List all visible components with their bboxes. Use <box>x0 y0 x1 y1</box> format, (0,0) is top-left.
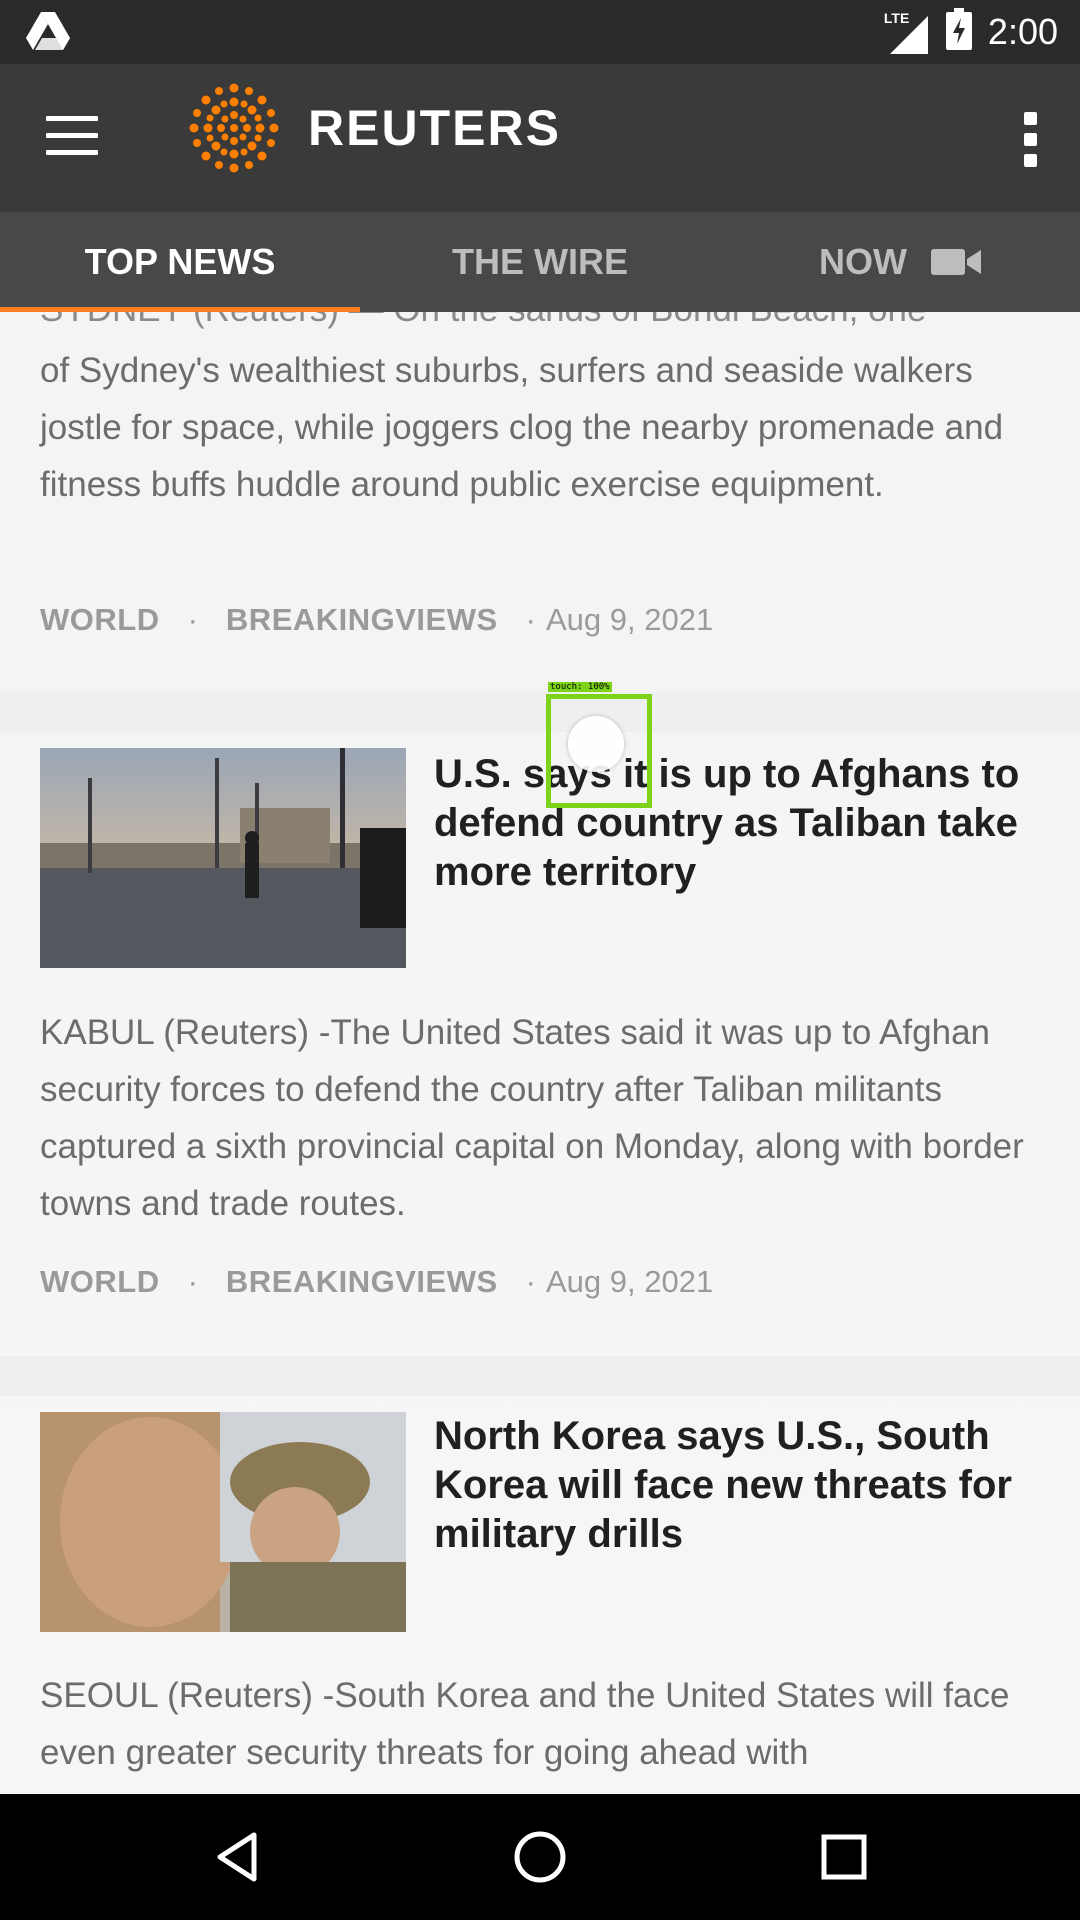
article-date: Aug 9, 2021 <box>546 602 714 637</box>
battery-charging-icon <box>945 8 972 55</box>
more-vert-icon[interactable] <box>1024 112 1040 168</box>
touch-point <box>568 716 624 772</box>
article-headline[interactable]: U.S. says it is up to Afghans to defend … <box>434 750 1050 897</box>
home-icon[interactable] <box>510 1827 570 1887</box>
card-divider <box>0 1356 1080 1396</box>
tab-now[interactable]: NOW <box>720 212 1080 312</box>
article-date: Aug 9, 2021 <box>546 1264 714 1299</box>
card-divider <box>0 692 1080 732</box>
article-subsection[interactable]: BREAKINGVIEWS <box>226 1264 498 1300</box>
article-lead-partial: SYDNEY (Reuters) — On the sands of Bondi… <box>40 312 926 330</box>
back-icon[interactable] <box>208 1827 268 1887</box>
tab-top-news[interactable]: TOP NEWS <box>0 212 360 312</box>
article-thumbnail[interactable] <box>40 1412 406 1632</box>
navigation-bar <box>0 1794 1080 1920</box>
status-bar: LTE 2:00 <box>0 0 1080 64</box>
signal-icon: LTE <box>884 10 930 54</box>
article-section[interactable]: WORLD <box>40 1264 160 1300</box>
video-camera-icon <box>930 247 981 277</box>
tab-label: TOP NEWS <box>84 241 276 282</box>
recents-icon[interactable] <box>814 1827 874 1887</box>
tab-the-wire[interactable]: THE WIRE <box>360 212 720 312</box>
article-meta: WORLD · BREAKINGVIEWS · Aug 9, 2021 <box>40 602 713 638</box>
reuters-logo: REUTERS <box>188 82 561 174</box>
article-summary: SEOUL (Reuters) -South Korea and the Uni… <box>40 1676 1010 1772</box>
news-feed[interactable]: SYDNEY (Reuters) — On the sands of Bondi… <box>0 312 1080 1794</box>
tab-label: THE WIRE <box>452 241 628 282</box>
tab-bar: TOP NEWS THE WIRE NOW <box>0 212 1080 312</box>
reuters-logo-icon <box>189 83 279 173</box>
touch-indicator-label: touch: 100% <box>548 682 612 692</box>
article-thumbnail[interactable] <box>40 748 406 968</box>
meta-separator: · <box>525 1264 536 1299</box>
article-subsection[interactable]: BREAKINGVIEWS <box>226 602 498 638</box>
article-summary: of Sydney's wealthiest suburbs, surfers … <box>40 351 1004 504</box>
drive-icon <box>26 12 70 55</box>
hamburger-icon[interactable] <box>46 116 98 156</box>
app-bar: REUTERS <box>0 64 1080 212</box>
article-meta: WORLD · BREAKINGVIEWS · Aug 9, 2021 <box>40 1264 713 1300</box>
meta-separator: · <box>187 602 198 637</box>
logo-text: REUTERS <box>308 100 561 156</box>
meta-separator: · <box>187 1264 198 1299</box>
article-headline[interactable]: North Korea says U.S., South Korea will … <box>434 1412 1050 1559</box>
tab-label: NOW <box>819 241 907 282</box>
status-time: 2:00 <box>987 10 1058 52</box>
meta-separator: · <box>525 602 536 637</box>
article-summary: KABUL (Reuters) -The United States said … <box>40 1013 1024 1223</box>
article-section[interactable]: WORLD <box>40 602 160 638</box>
